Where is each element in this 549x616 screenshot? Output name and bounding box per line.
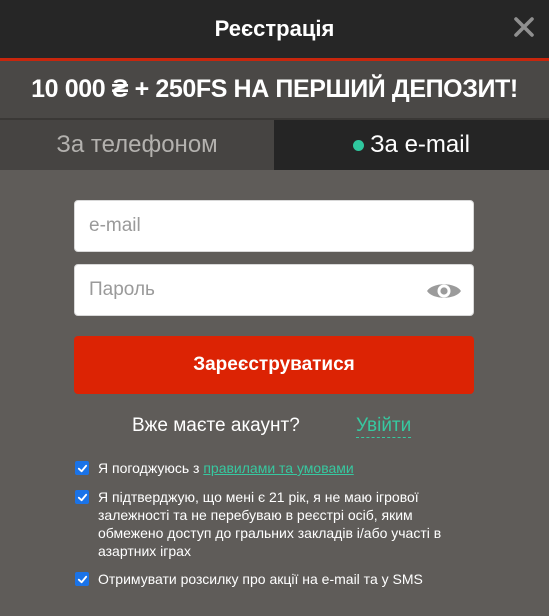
modal-title: Реєстрація: [214, 16, 335, 41]
email-field-wrapper: [74, 200, 474, 252]
age-confirmation-text: Я підтверджую, що мені є 21 рік, я не ма…: [98, 489, 442, 559]
tab-phone-label: За телефоном: [56, 131, 218, 158]
newsletter-text: Отримувати розсилку про акції на e-mail …: [98, 571, 423, 587]
active-dot-icon: [353, 139, 365, 151]
login-row: Вже маєте акаунт? Увійти: [0, 413, 549, 441]
have-account-text: Вже маєте акаунт?: [132, 415, 300, 436]
login-link[interactable]: Увійти: [356, 415, 412, 438]
tab-phone[interactable]: За телефоном: [0, 120, 274, 170]
terms-link[interactable]: правилами та умовами: [203, 460, 353, 476]
terms-prefix: Я погоджуюсь з: [98, 460, 204, 476]
close-icon[interactable]: [512, 15, 536, 39]
promo-text: 10 000 ₴ + 250FS НА ПЕРШИЙ ДЕПОЗИТ!: [31, 75, 518, 103]
password-field-wrapper: [74, 264, 474, 316]
checkmark-icon: [77, 464, 87, 472]
newsletter-checkbox-row: Отримувати розсилку про акції на e-mail …: [75, 570, 465, 588]
email-field[interactable]: [75, 201, 473, 251]
tab-email[interactable]: За e-mail: [274, 120, 549, 170]
checkmark-icon: [77, 575, 87, 583]
newsletter-checkbox[interactable]: [75, 572, 89, 586]
eye-icon[interactable]: [425, 279, 463, 303]
terms-checkbox[interactable]: [75, 461, 89, 475]
registration-modal: Реєстрація 10 000 ₴ + 250FS НА ПЕРШИЙ ДЕ…: [0, 0, 549, 616]
registration-tabs: За телефоном За e-mail: [0, 120, 549, 170]
terms-checkbox-row: Я погоджуюсь з правилами та умовами: [75, 459, 465, 477]
register-button[interactable]: Зареєструватися: [74, 336, 474, 394]
age-checkbox[interactable]: [75, 490, 89, 504]
promo-banner: 10 000 ₴ + 250FS НА ПЕРШИЙ ДЕПОЗИТ!: [0, 58, 549, 120]
password-field[interactable]: [75, 265, 473, 315]
modal-header: Реєстрація: [0, 0, 549, 58]
terms-text: Я погоджуюсь з правилами та умовами: [98, 459, 354, 477]
tab-email-label: За e-mail: [370, 131, 470, 158]
checkmark-icon: [77, 493, 87, 501]
age-checkbox-row: Я підтверджую, що мені є 21 рік, я не ма…: [75, 488, 467, 560]
